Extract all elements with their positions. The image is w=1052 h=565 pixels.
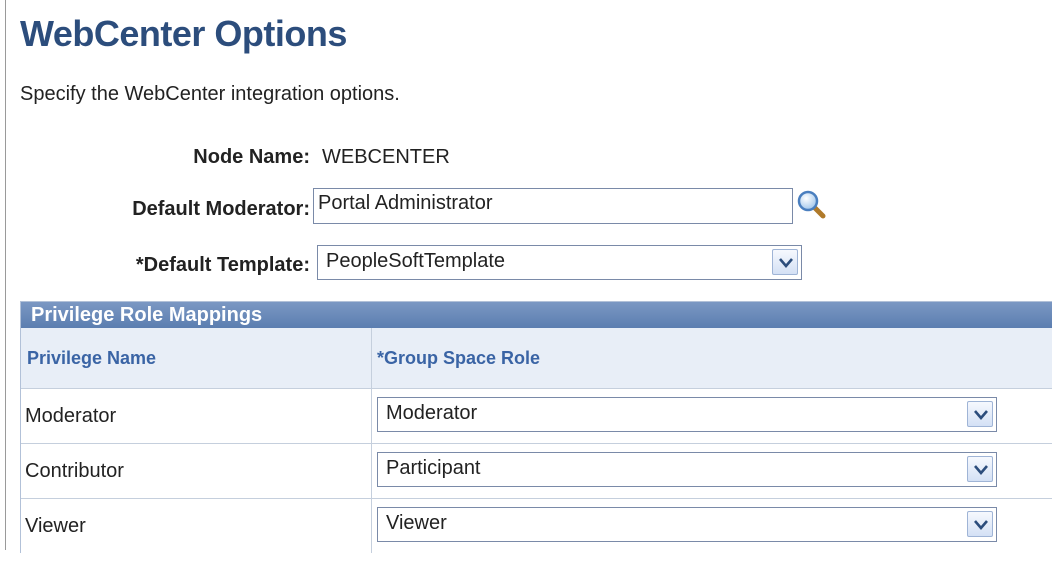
role-select-moderator[interactable]: Moderator <box>377 397 997 432</box>
role-select-contributor[interactable]: Participant <box>377 452 997 487</box>
role-select-viewer[interactable]: Viewer <box>377 507 997 542</box>
default-moderator-field[interactable]: Portal Administrator <box>313 188 793 224</box>
node-name-label: Node Name: <box>193 146 310 168</box>
role-select-value: Moderator <box>386 402 478 424</box>
chevron-down-icon <box>974 465 988 475</box>
role-select-value: Participant <box>386 457 481 479</box>
page-left-border <box>5 0 6 550</box>
role-dropdown-button[interactable] <box>967 511 993 537</box>
page-description: Specify the WebCenter integration option… <box>20 83 400 105</box>
default-template-dropdown-button[interactable] <box>772 249 798 275</box>
privilege-name-cell: Moderator <box>21 388 371 443</box>
page-title: WebCenter Options <box>20 13 347 54</box>
magnifier-icon <box>797 190 826 219</box>
column-header-privilege-name: Privilege Name <box>21 328 371 388</box>
node-name-value: WEBCENTER <box>322 146 450 168</box>
default-template-select[interactable]: PeopleSoftTemplate <box>317 245 802 280</box>
column-divider <box>371 328 372 553</box>
grid-title: Privilege Role Mappings <box>21 302 1052 328</box>
chevron-down-icon <box>974 520 988 530</box>
moderator-lookup-button[interactable] <box>796 189 828 221</box>
default-moderator-label: Default Moderator: <box>132 198 310 220</box>
role-dropdown-button[interactable] <box>967 401 993 427</box>
role-dropdown-button[interactable] <box>967 456 993 482</box>
default-template-label: *Default Template: <box>135 254 310 276</box>
default-template-value: PeopleSoftTemplate <box>326 250 506 272</box>
privilege-name-cell: Contributor <box>21 443 371 498</box>
chevron-down-icon <box>779 258 793 268</box>
privilege-name-cell: Viewer <box>21 498 371 553</box>
column-header-group-space-role: *Group Space Role <box>371 328 1052 388</box>
privilege-role-mappings-grid: Privilege Role Mappings Privilege Name *… <box>20 301 1052 553</box>
role-select-value: Viewer <box>386 512 447 534</box>
chevron-down-icon <box>974 410 988 420</box>
